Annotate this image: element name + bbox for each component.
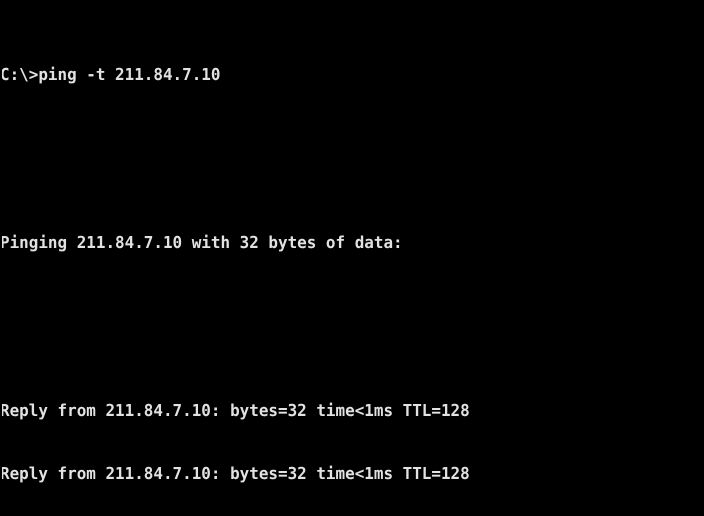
command-prompt-line: C:\>ping -t 211.84.7.10: [0, 65, 221, 84]
ping-header-line: Pinging 211.84.7.10 with 32 bytes of dat…: [0, 233, 403, 252]
reply-line: Reply from 211.84.7.10: bytes=32 time<1m…: [0, 464, 470, 483]
reply-line: Reply from 211.84.7.10: bytes=32 time<1m…: [0, 401, 470, 420]
terminal-console[interactable]: C:\>ping -t 211.84.7.10 Pinging 211.84.7…: [0, 0, 704, 516]
